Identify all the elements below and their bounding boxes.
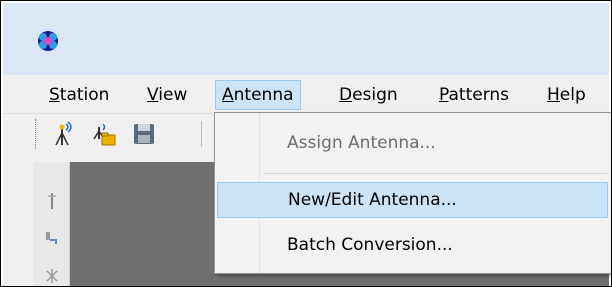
toolbar-grip[interactable] [35,119,39,149]
antenna-tool-icon[interactable] [44,191,60,211]
antenna-open-icon[interactable] [91,121,117,147]
menu-view[interactable]: View [141,81,193,109]
star-tool-icon[interactable] [44,267,60,287]
antenna-signal-icon[interactable] [49,121,75,147]
antenna-dropdown-menu: Assign Antenna... New/Edit Antenna... Ba… [214,112,611,274]
menu-help[interactable]: Help [541,81,592,109]
app-logo-icon[interactable] [37,30,59,52]
menu-item-assign-antenna[interactable]: Assign Antenna... [217,125,608,161]
menu-patterns[interactable]: Patterns [433,81,515,109]
menu-station[interactable]: Station [43,81,115,109]
application-window: Station View Antenna Design Patterns Hel… [0,0,612,287]
toolbar-separator [201,121,202,147]
save-icon[interactable] [131,121,157,147]
menu-design[interactable]: Design [333,81,404,109]
menu-separator [263,173,607,174]
title-bar [3,3,609,75]
menu-bar: Station View Antenna Design Patterns Hel… [3,75,609,113]
connect-tool-icon[interactable] [44,228,60,248]
menu-item-batch-conversion[interactable]: Batch Conversion... [217,227,608,263]
menu-item-new-edit-antenna[interactable]: New/Edit Antenna... [217,182,608,218]
menu-antenna[interactable]: Antenna [215,80,301,110]
left-panel [3,162,33,286]
